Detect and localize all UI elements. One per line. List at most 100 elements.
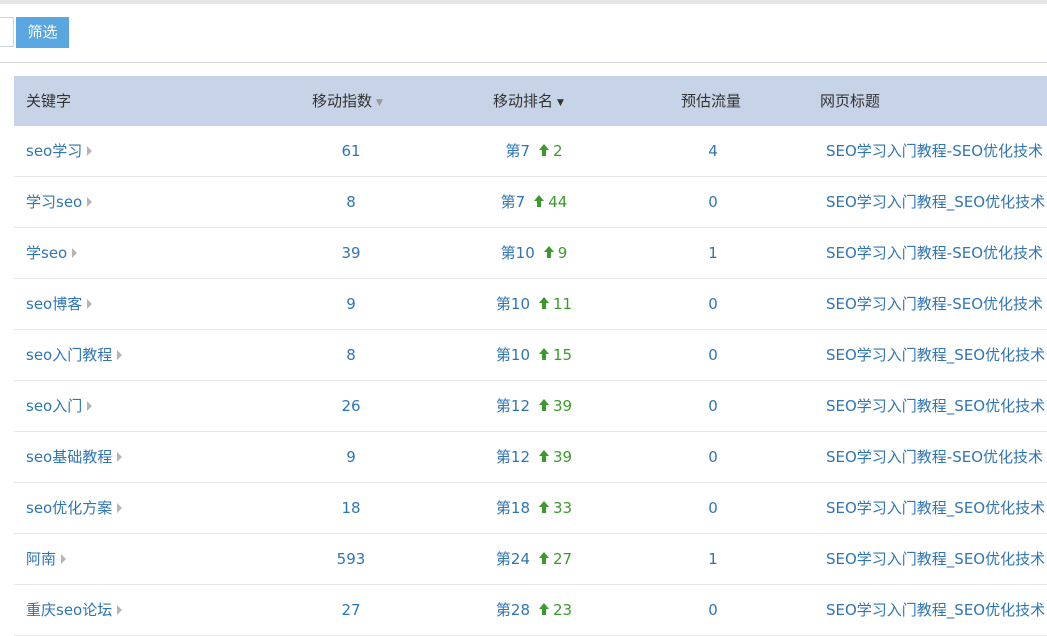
mobile-index-cell[interactable]: 61 <box>314 126 388 177</box>
keyword-cell[interactable]: seo基础教程 <box>26 432 123 483</box>
keyword-cell[interactable]: seo入门教程 <box>26 330 123 381</box>
keyword-cell[interactable]: 阿南 <box>26 534 67 585</box>
table-row: seo学习 61 第7 2 4 SEO学习入门教程-SEO优化技术 <box>14 126 1047 177</box>
keyword-cell[interactable]: seo学习 <box>26 126 93 177</box>
keyword-link[interactable]: 重庆seo论坛 <box>26 601 112 619</box>
page-title-link[interactable]: SEO学习入门教程_SEO优化技术 <box>826 177 1047 228</box>
keyword-link[interactable]: seo优化方案 <box>26 499 112 517</box>
rank-value[interactable]: 第28 <box>496 601 530 619</box>
traffic-cell[interactable]: 0 <box>674 330 752 381</box>
mobile-index-cell[interactable]: 18 <box>314 483 388 534</box>
expand-arrow-icon[interactable] <box>87 298 93 309</box>
expand-arrow-icon[interactable] <box>72 247 78 258</box>
mobile-rank-cell[interactable]: 第12 39 <box>454 381 614 432</box>
mobile-rank-cell[interactable]: 第7 2 <box>454 126 614 177</box>
traffic-cell[interactable]: 0 <box>674 177 752 228</box>
mobile-index-cell[interactable]: 593 <box>314 534 388 585</box>
page-title-link[interactable]: SEO学习入门教程-SEO优化技术 <box>826 228 1047 279</box>
keyword-link[interactable]: seo基础教程 <box>26 448 112 466</box>
expand-arrow-icon[interactable] <box>87 196 93 207</box>
traffic-cell[interactable]: 1 <box>674 534 752 585</box>
page-title-link[interactable]: SEO学习入门教程_SEO优化技术 <box>826 381 1047 432</box>
page-title-link[interactable]: SEO学习入门教程_SEO优化技术 <box>826 534 1047 585</box>
mobile-index-cell[interactable]: 9 <box>314 432 388 483</box>
keyword-cell[interactable]: 重庆seo论坛 <box>26 585 123 636</box>
expand-arrow-icon[interactable] <box>117 502 123 513</box>
rank-value[interactable]: 第12 <box>496 448 530 466</box>
mobile-index-cell[interactable]: 9 <box>314 279 388 330</box>
traffic-cell[interactable]: 1 <box>674 228 752 279</box>
traffic-cell[interactable]: 0 <box>674 585 752 636</box>
filter-input[interactable] <box>0 17 14 47</box>
traffic-cell[interactable]: 0 <box>674 381 752 432</box>
keyword-link[interactable]: seo入门 <box>26 397 82 415</box>
keyword-cell[interactable]: seo入门 <box>26 381 93 432</box>
rank-value[interactable]: 第24 <box>496 550 530 568</box>
page-title-link[interactable]: SEO学习入门教程_SEO优化技术 <box>826 585 1047 636</box>
mobile-index-cell[interactable]: 8 <box>314 330 388 381</box>
rank-value[interactable]: 第10 <box>496 346 530 364</box>
arrow-up-icon <box>539 449 549 462</box>
rank-value[interactable]: 第10 <box>501 244 535 262</box>
mobile-index-cell[interactable]: 8 <box>314 177 388 228</box>
mobile-index-cell[interactable]: 39 <box>314 228 388 279</box>
arrow-up-icon <box>539 500 549 513</box>
mobile-rank-cell[interactable]: 第7 44 <box>454 177 614 228</box>
rank-change-value: 11 <box>553 295 573 313</box>
table-row: 重庆seo论坛 27 第28 23 0 SEO学习入门教程_SEO优化技术 <box>14 585 1047 636</box>
rank-value[interactable]: 第7 <box>505 142 530 160</box>
mobile-rank-cell[interactable]: 第12 39 <box>454 432 614 483</box>
keyword-link[interactable]: seo入门教程 <box>26 346 112 364</box>
traffic-cell[interactable]: 4 <box>674 126 752 177</box>
keyword-link[interactable]: seo学习 <box>26 142 82 160</box>
page-title-link[interactable]: SEO学习入门教程_SEO优化技术 <box>826 330 1047 381</box>
traffic-cell[interactable]: 0 <box>674 483 752 534</box>
header-mobile-rank[interactable]: 移动排名 ▼ <box>493 76 564 126</box>
keyword-cell[interactable]: 学习seo <box>26 177 93 228</box>
mobile-rank-cell[interactable]: 第24 27 <box>454 534 614 585</box>
rank-change-value: 23 <box>553 601 573 619</box>
page-title-link[interactable]: SEO学习入门教程-SEO优化技术 <box>826 279 1047 330</box>
keyword-cell[interactable]: 学seo <box>26 228 78 279</box>
rank-change: 2 <box>539 142 563 160</box>
sort-down-icon[interactable]: ▼ <box>557 98 564 108</box>
rank-value[interactable]: 第10 <box>496 295 530 313</box>
page-title-link[interactable]: SEO学习入门教程-SEO优化技术 <box>826 126 1047 177</box>
rank-change-value: 44 <box>548 193 568 211</box>
rank-value[interactable]: 第12 <box>496 397 530 415</box>
expand-arrow-icon[interactable] <box>117 349 123 360</box>
header-keyword: 关键字 <box>26 92 72 110</box>
rank-value[interactable]: 第7 <box>501 193 526 211</box>
keyword-cell[interactable]: seo博客 <box>26 279 93 330</box>
mobile-index-cell[interactable]: 26 <box>314 381 388 432</box>
page-title-link[interactable]: SEO学习入门教程-SEO优化技术 <box>826 432 1047 483</box>
mobile-rank-cell[interactable]: 第10 9 <box>454 228 614 279</box>
keyword-link[interactable]: seo博客 <box>26 295 82 313</box>
expand-arrow-icon[interactable] <box>87 400 93 411</box>
expand-arrow-icon[interactable] <box>87 145 93 156</box>
keyword-link[interactable]: 学seo <box>26 244 67 262</box>
header-mobile-index[interactable]: 移动指数 ▼ <box>312 76 383 126</box>
traffic-cell[interactable]: 0 <box>674 432 752 483</box>
mobile-rank-cell[interactable]: 第28 23 <box>454 585 614 636</box>
rank-value[interactable]: 第18 <box>496 499 530 517</box>
keyword-link[interactable]: 学习seo <box>26 193 82 211</box>
expand-arrow-icon[interactable] <box>61 553 67 564</box>
rank-change: 33 <box>539 499 572 517</box>
filter-button[interactable]: 筛选 <box>16 17 69 48</box>
divider <box>0 62 1047 63</box>
keyword-link[interactable]: 阿南 <box>26 550 56 568</box>
sort-down-icon[interactable]: ▼ <box>376 98 383 108</box>
expand-arrow-icon[interactable] <box>117 451 123 462</box>
mobile-rank-cell[interactable]: 第10 11 <box>454 279 614 330</box>
expand-arrow-icon[interactable] <box>117 604 123 615</box>
keyword-cell[interactable]: seo优化方案 <box>26 483 123 534</box>
table-row: seo优化方案 18 第18 33 0 SEO学习入门教程_SEO优化技术 <box>14 483 1047 534</box>
traffic-cell[interactable]: 0 <box>674 279 752 330</box>
mobile-index-cell[interactable]: 27 <box>314 585 388 636</box>
page-title-link[interactable]: SEO学习入门教程_SEO优化技术 <box>826 483 1047 534</box>
mobile-rank-cell[interactable]: 第18 33 <box>454 483 614 534</box>
rank-change-value: 33 <box>553 499 573 517</box>
mobile-rank-cell[interactable]: 第10 15 <box>454 330 614 381</box>
arrow-up-icon <box>539 143 549 156</box>
